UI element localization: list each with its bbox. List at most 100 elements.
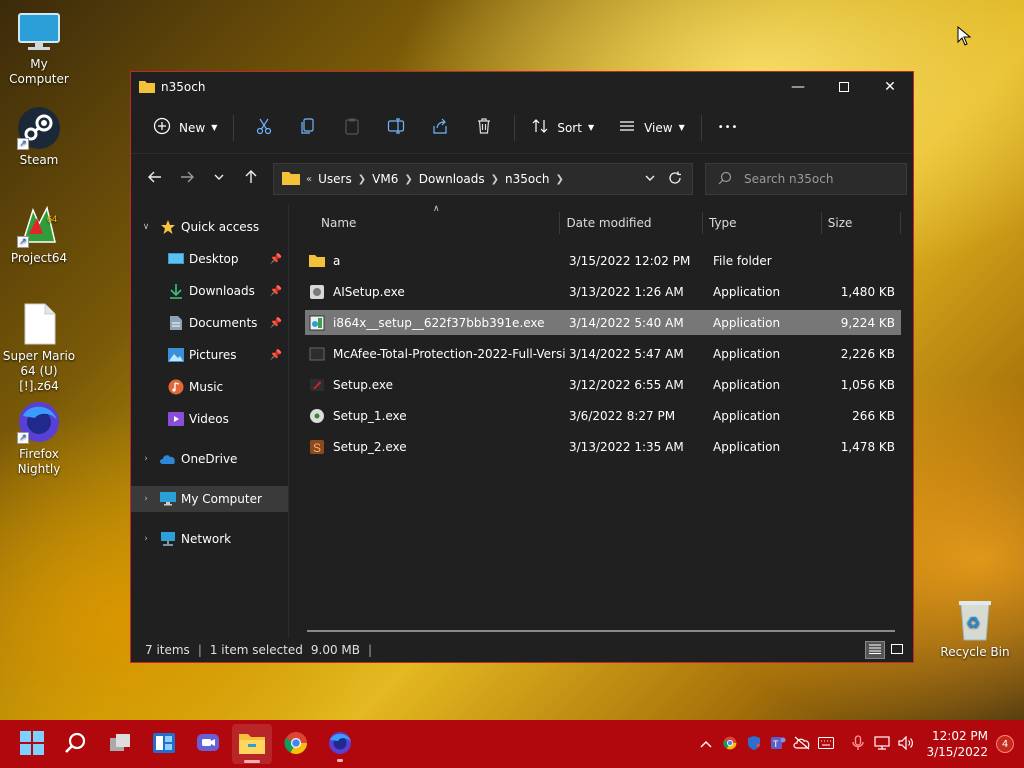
- column-header-name[interactable]: Name: [305, 212, 561, 234]
- desktop-icon-steam[interactable]: ↗ Steam: [0, 106, 78, 168]
- nav-item-downloads[interactable]: Downloads 📌: [131, 278, 288, 304]
- breadcrumb-vm6[interactable]: VM6: [372, 172, 398, 186]
- installer-icon: [309, 315, 325, 331]
- desktop-icon-my-computer[interactable]: My Computer: [0, 10, 78, 87]
- firefox-nightly-taskbar-button[interactable]: [320, 724, 360, 764]
- chevron-right-icon[interactable]: ›: [139, 494, 153, 504]
- chevron-down-icon[interactable]: ∨: [139, 222, 153, 232]
- breadcrumb-separator-icon: ❯: [404, 173, 413, 185]
- tray-chrome-button[interactable]: [718, 732, 742, 756]
- breadcrumb-users[interactable]: Users: [318, 172, 352, 186]
- breadcrumb-separator-icon: ❯: [357, 173, 367, 185]
- file-row-0[interactable]: a 3/15/2022 12:02 PM File folder: [305, 248, 901, 273]
- rename-button[interactable]: [380, 112, 412, 144]
- nav-item-pictures[interactable]: Pictures 📌: [131, 342, 288, 368]
- title-bar[interactable]: n35och — ✕: [131, 72, 913, 102]
- folder-icon: [139, 79, 155, 96]
- nav-item-quick-access[interactable]: ∨ Quick access: [131, 214, 288, 240]
- file-row-6[interactable]: S Setup_2.exe 3/13/2022 1:35 AM Applicati…: [305, 434, 901, 459]
- desktop-icon-project64[interactable]: 64 ↗ Project64: [0, 204, 78, 266]
- breadcrumb-downloads[interactable]: Downloads: [419, 172, 485, 186]
- chevron-right-icon[interactable]: ›: [139, 454, 153, 464]
- network-icon: [159, 531, 177, 547]
- tray-network-button[interactable]: [870, 732, 894, 756]
- recent-locations-button[interactable]: [203, 163, 235, 195]
- minimize-button[interactable]: —: [775, 72, 821, 102]
- notification-badge[interactable]: 4: [996, 735, 1014, 753]
- cut-button[interactable]: [248, 112, 280, 144]
- active-indicator: [244, 760, 260, 763]
- desktop-icon-super-mario-rom[interactable]: Super Mario 64 (U) [!].z64: [0, 302, 78, 394]
- nav-item-onedrive[interactable]: › OneDrive: [131, 446, 288, 472]
- clock[interactable]: 12:02 PM 3/15/2022: [926, 728, 988, 760]
- chrome-taskbar-button[interactable]: [276, 724, 316, 764]
- tiles-view-button[interactable]: [887, 641, 907, 659]
- nav-item-my-computer[interactable]: › My Computer: [131, 486, 288, 512]
- file-row-5[interactable]: Setup_1.exe 3/6/2022 8:27 PM Application…: [305, 403, 901, 428]
- column-header-type[interactable]: Type: [703, 212, 822, 234]
- widgets-button[interactable]: [144, 724, 184, 764]
- breadcrumb-n35och[interactable]: n35och: [505, 172, 549, 186]
- pin-icon[interactable]: 📌: [270, 350, 282, 361]
- file-row-1[interactable]: AISetup.exe 3/13/2022 1:26 AM Applicatio…: [305, 279, 901, 304]
- nav-item-desktop[interactable]: Desktop 📌: [131, 246, 288, 272]
- back-button[interactable]: [139, 163, 171, 195]
- refresh-icon[interactable]: [668, 171, 682, 188]
- nav-label: Pictures: [189, 348, 237, 362]
- copy-button[interactable]: [292, 112, 324, 144]
- desktop-icon-recycle-bin[interactable]: ♻ Recycle Bin: [936, 598, 1014, 660]
- column-header-date[interactable]: Date modified: [560, 212, 703, 234]
- shortcut-arrow-icon: ↗: [17, 432, 29, 444]
- view-button[interactable]: View ▼: [610, 112, 693, 144]
- tiles-view-icon: [891, 643, 903, 657]
- cloud-icon: [159, 451, 177, 467]
- paste-button[interactable]: [336, 112, 368, 144]
- address-bar[interactable]: « Users ❯ VM6 ❯ Downloads ❯ n35och ❯: [273, 163, 693, 195]
- horizontal-scrollbar[interactable]: [307, 630, 895, 632]
- up-button[interactable]: [235, 163, 267, 195]
- maximize-button[interactable]: [821, 72, 867, 102]
- delete-button[interactable]: [468, 112, 500, 144]
- scissors-icon: [255, 117, 273, 138]
- chevron-right-icon[interactable]: ›: [139, 534, 153, 544]
- teams-chat-button[interactable]: [188, 724, 228, 764]
- column-header-size[interactable]: Size: [822, 212, 901, 234]
- search-box[interactable]: Search n35och: [705, 163, 907, 195]
- task-view-button[interactable]: [100, 724, 140, 764]
- address-dropdown-icon[interactable]: [644, 172, 656, 187]
- forward-button[interactable]: [171, 163, 203, 195]
- file-explorer-taskbar-button[interactable]: [232, 724, 272, 764]
- tray-defender-button[interactable]: [742, 732, 766, 756]
- more-options-button[interactable]: •••: [710, 112, 747, 144]
- file-row-3[interactable]: McAfee-Total-Protection-2022-Full-Versi.…: [305, 341, 901, 366]
- overflow-breadcrumb[interactable]: «: [306, 174, 312, 185]
- pin-icon[interactable]: 📌: [270, 318, 282, 329]
- sort-button[interactable]: Sort ▼: [523, 112, 602, 144]
- arrow-up-icon: [244, 170, 258, 188]
- nav-item-documents[interactable]: Documents 📌: [131, 310, 288, 336]
- tray-volume-button[interactable]: [894, 732, 918, 756]
- pin-icon[interactable]: 📌: [270, 286, 282, 297]
- close-button[interactable]: ✕: [867, 72, 913, 102]
- nav-item-music[interactable]: Music: [131, 374, 288, 400]
- start-button[interactable]: [12, 724, 52, 764]
- nav-item-network[interactable]: › Network: [131, 526, 288, 552]
- file-row-2[interactable]: i864x__setup__622f37bbb391e.exe 3/14/202…: [305, 310, 901, 335]
- show-hidden-icons-button[interactable]: [694, 732, 718, 756]
- share-button[interactable]: [424, 112, 456, 144]
- details-view-button[interactable]: [865, 641, 885, 659]
- tray-microphone-button[interactable]: [846, 732, 870, 756]
- tray-teams-button[interactable]: T: [766, 732, 790, 756]
- setup-icon: [309, 284, 325, 300]
- search-button[interactable]: [56, 724, 96, 764]
- file-row-4[interactable]: Setup.exe 3/12/2022 6:55 AM Application …: [305, 372, 901, 397]
- sort-icon: [531, 117, 549, 138]
- tray-onedrive-button[interactable]: [790, 732, 814, 756]
- tray-keyboard-button[interactable]: [814, 732, 838, 756]
- nav-item-videos[interactable]: Videos: [131, 406, 288, 432]
- pin-icon[interactable]: 📌: [270, 254, 282, 265]
- document-icon: [167, 315, 185, 331]
- desktop-icon-firefox-nightly[interactable]: ↗ Firefox Nightly: [0, 400, 78, 477]
- chrome-icon: [723, 736, 737, 753]
- new-button[interactable]: New ▼: [145, 112, 225, 144]
